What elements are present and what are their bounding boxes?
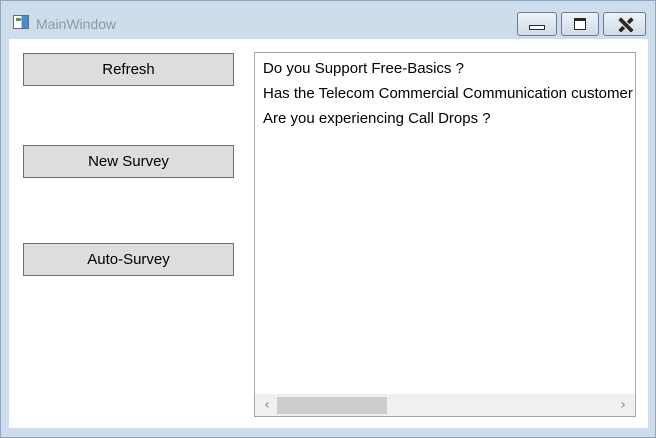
refresh-button[interactable]: Refresh (23, 53, 234, 86)
maximize-icon (574, 18, 586, 30)
close-icon (617, 17, 633, 31)
scroll-right-icon[interactable]: › (613, 394, 633, 416)
maximize-button[interactable] (561, 12, 599, 36)
scroll-left-icon[interactable]: ‹ (257, 394, 277, 416)
new-survey-button[interactable]: New Survey (23, 145, 234, 178)
title-bar[interactable]: MainWindow (1, 1, 655, 39)
window-title: MainWindow (36, 16, 117, 32)
client-area: Refresh New Survey Auto-Survey Do you Su… (9, 39, 648, 428)
auto-survey-button[interactable]: Auto-Survey (23, 243, 234, 276)
minimize-icon (529, 24, 545, 30)
scrollbar-thumb[interactable] (277, 397, 387, 414)
list-item[interactable]: Has the Telecom Commercial Communication… (255, 81, 635, 106)
app-window-icon (13, 15, 29, 29)
main-window: MainWindow Refresh New Survey Auto-Surve… (0, 0, 656, 438)
survey-list[interactable]: Do you Support Free-Basics ? Has the Tel… (254, 52, 636, 417)
list-item[interactable]: Do you Support Free-Basics ? (255, 56, 635, 81)
horizontal-scrollbar[interactable]: ‹ › (255, 394, 635, 416)
survey-list-items: Do you Support Free-Basics ? Has the Tel… (255, 56, 635, 131)
minimize-button[interactable] (517, 12, 557, 36)
list-item[interactable]: Are you experiencing Call Drops ? (255, 106, 635, 131)
close-button[interactable] (603, 12, 646, 36)
